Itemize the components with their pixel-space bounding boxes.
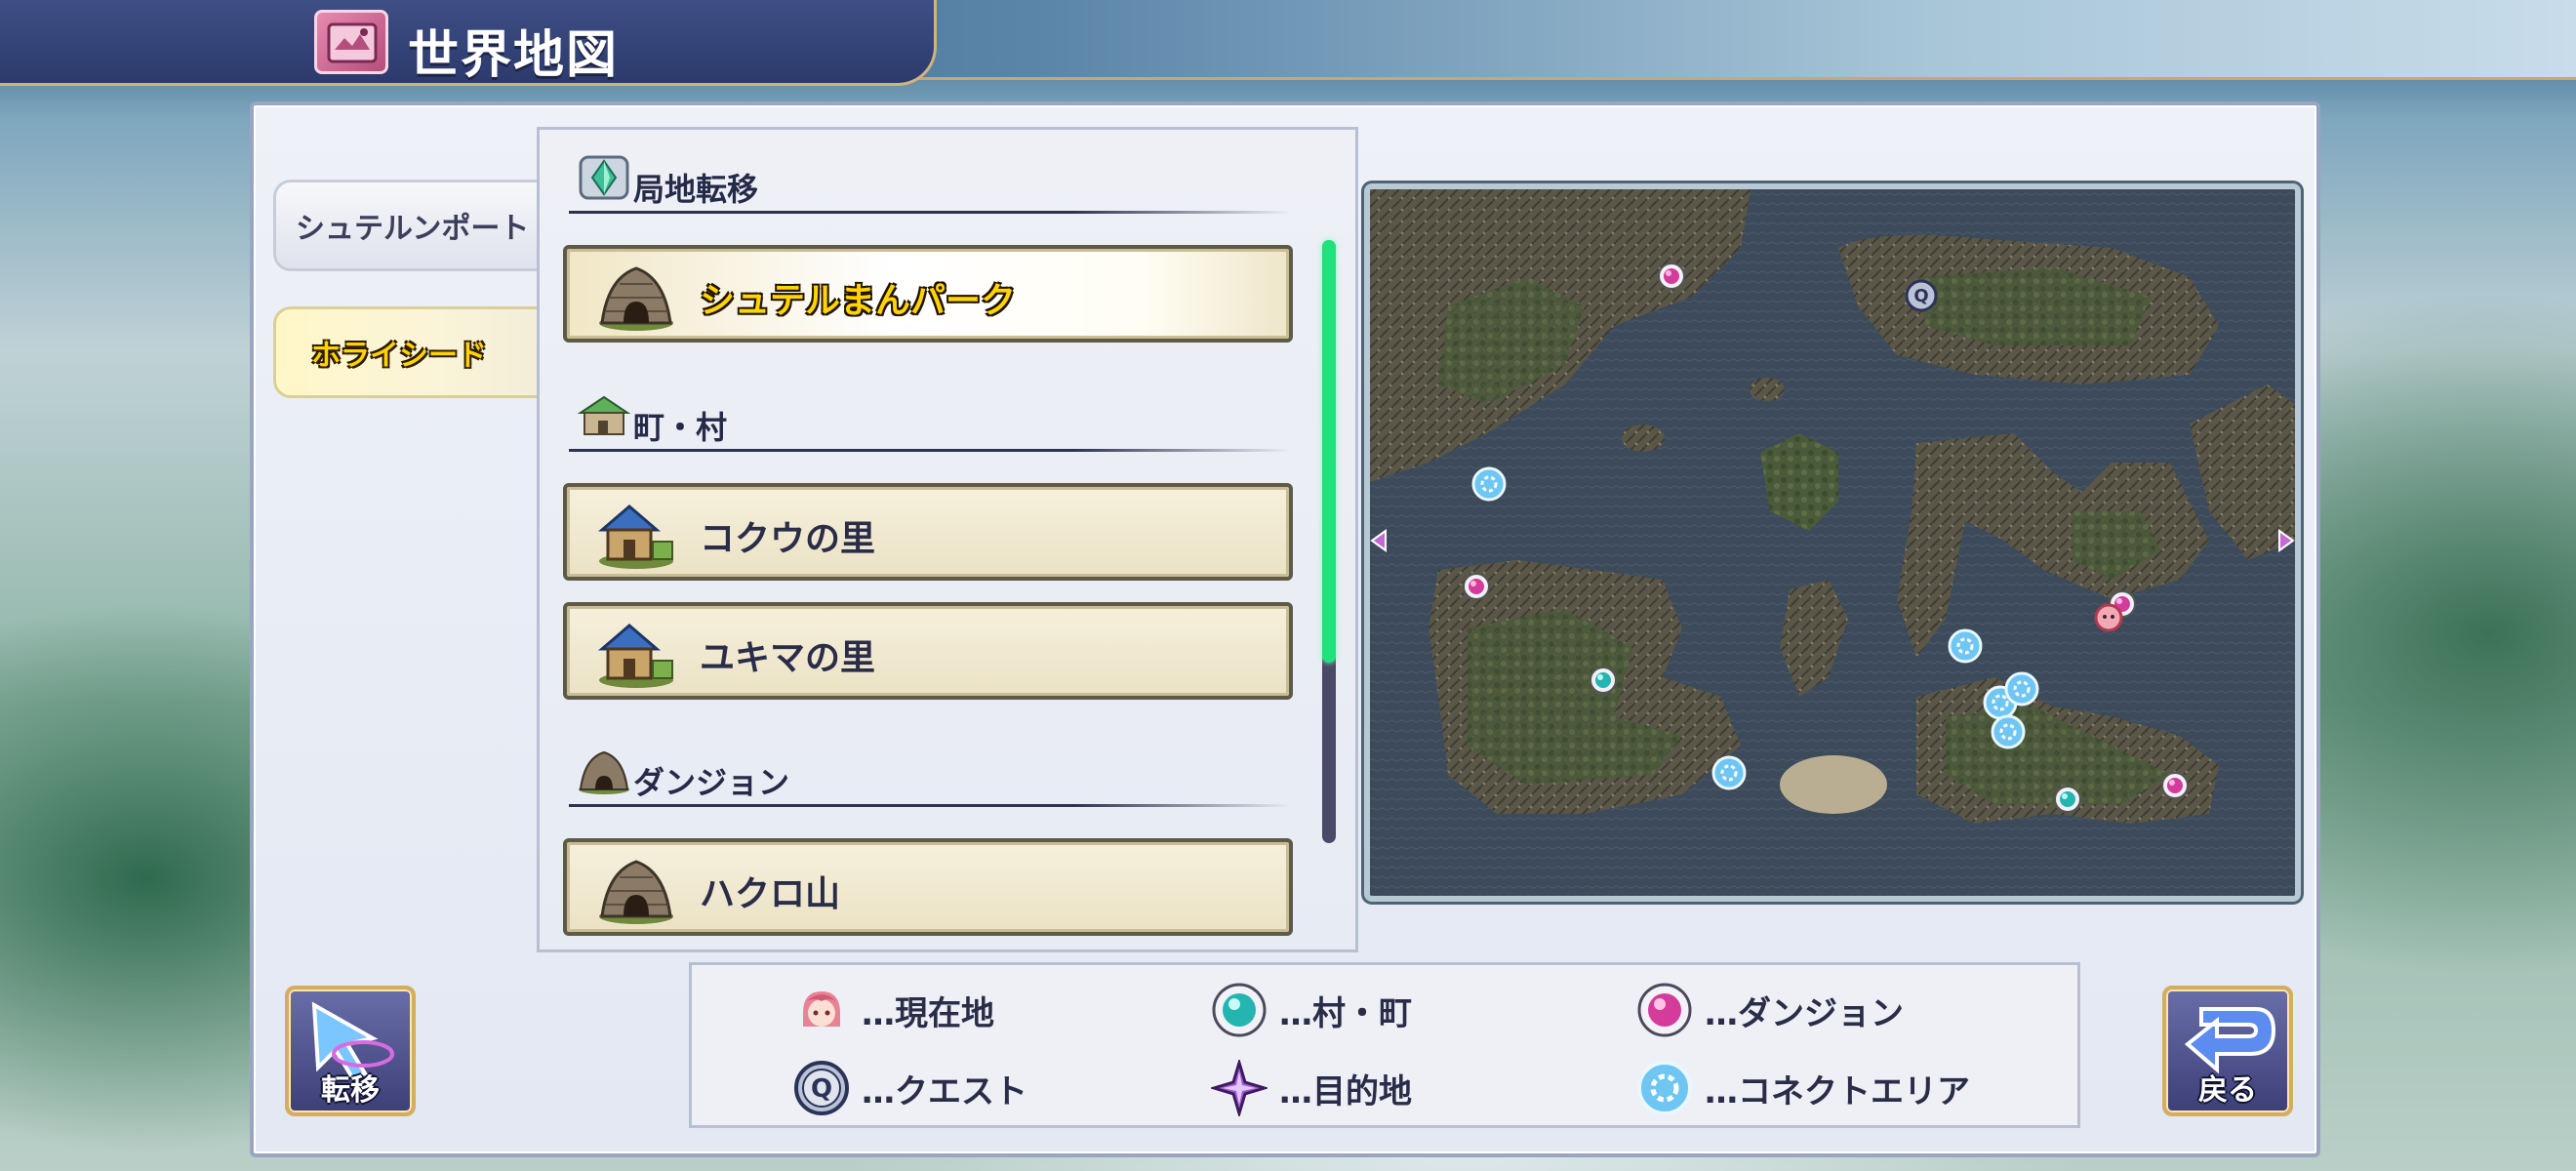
map-scroll-left-icon[interactable]: [1370, 529, 1388, 552]
page-title: 世界地図: [408, 26, 620, 85]
quest-marker-icon: Q: [794, 1061, 849, 1115]
map-village-marker[interactable]: [2053, 785, 2082, 814]
back-button[interactable]: 戻る: [2162, 986, 2293, 1116]
village-marker-icon: [1212, 983, 1267, 1037]
back-button-label: 戻る: [2198, 1073, 2257, 1108]
list-item-label: シュテルまんパーク: [700, 281, 1017, 321]
section-header-towns: 町・村: [569, 382, 1291, 460]
house-icon: [597, 505, 673, 569]
teleport-button-label: 転移: [321, 1073, 380, 1108]
map-connect-area-marker[interactable]: [2004, 671, 2039, 707]
region-tab-label: シュテルンポート: [296, 212, 530, 246]
region-tab-label: ホライシード: [311, 339, 487, 373]
teleport-button[interactable]: 転移: [285, 986, 416, 1116]
legend-quest: Q …クエスト: [793, 1059, 1027, 1117]
legend-connect-area: …コネクトエリア: [1636, 1059, 1970, 1117]
section-header-dungeons: ダンジョン: [569, 737, 1291, 815]
legend-label: …村・町: [1279, 993, 1412, 1033]
svg-text:Q: Q: [811, 1074, 832, 1104]
title-bar: 世界地図: [0, 0, 937, 86]
region-tab-sternport[interactable]: シュテルンポート: [273, 180, 541, 271]
connect-area-marker-icon: [1637, 1061, 1692, 1115]
legend-label: …目的地: [1279, 1071, 1412, 1111]
teleport-crystal-icon: [579, 155, 629, 200]
world-map-terrain: [1370, 189, 2295, 896]
legend-label: …ダンジョン: [1705, 993, 1904, 1033]
current-location-icon: [803, 991, 840, 1027]
house-icon: [597, 624, 673, 688]
list-item-hakuro-mountain[interactable]: ハクロ山: [563, 838, 1293, 936]
legend-destination: …目的地: [1211, 1059, 1412, 1117]
legend-label: …コネクトエリア: [1705, 1071, 1970, 1111]
section-label: ダンジョン: [633, 764, 790, 801]
map-current-location-marker: [2094, 603, 2123, 632]
legend-current-location: …現在地: [793, 981, 994, 1039]
map-village-marker[interactable]: [1589, 666, 1618, 695]
map-quest-marker[interactable]: Q: [1905, 279, 1938, 312]
village-icon: [577, 395, 631, 435]
map-scroll-right-icon[interactable]: [2277, 529, 2295, 552]
world-map[interactable]: Q: [1364, 183, 2301, 902]
destination-marker-icon: [1211, 1060, 1268, 1116]
list-item-yukima-village[interactable]: ユキマの里: [563, 602, 1293, 700]
world-map-icon: [314, 10, 388, 74]
map-connect-area-marker[interactable]: [1471, 466, 1507, 502]
divider: [569, 804, 1291, 807]
location-list: 局地転移 シュテルまんパーク 町・村 コクウの里 ユキマの里 ダンジョン ハクロ…: [537, 127, 1358, 952]
list-item-kokuu-village[interactable]: コクウの里: [563, 483, 1293, 581]
cave-icon: [599, 860, 673, 924]
legend-label: …クエスト: [862, 1071, 1027, 1111]
map-connect-area-marker[interactable]: [1711, 755, 1747, 790]
cave-icon: [599, 266, 673, 331]
list-item-label: コクウの里: [700, 519, 876, 559]
divider: [569, 449, 1291, 452]
map-dungeon-marker[interactable]: [1657, 262, 1686, 291]
list-item-shutelman-park[interactable]: シュテルまんパーク: [563, 245, 1293, 343]
cave-icon: [579, 750, 629, 794]
legend-label: …現在地: [862, 993, 994, 1033]
map-dungeon-marker[interactable]: [1462, 572, 1491, 601]
list-item-label: ユキマの里: [700, 638, 876, 678]
region-tab-horaiseed[interactable]: ホライシード: [273, 306, 541, 398]
legend-village: …村・町: [1211, 981, 1412, 1039]
section-label: 町・村: [633, 409, 728, 446]
map-dungeon-marker[interactable]: [2160, 771, 2190, 800]
list-scrollbar-thumb[interactable]: [1322, 240, 1336, 663]
map-connect-area-marker[interactable]: [1991, 714, 2026, 749]
section-header-teleport: 局地転移: [569, 143, 1291, 222]
list-item-label: ハクロ山: [700, 874, 841, 914]
legend-dungeon: …ダンジョン: [1636, 981, 1904, 1039]
divider: [569, 211, 1291, 214]
map-connect-area-marker[interactable]: [1948, 628, 1983, 664]
dungeon-marker-icon: [1637, 983, 1692, 1037]
map-legend: …現在地 …村・町 …ダンジョン Q …クエスト …目的地 …コネクトエリア: [689, 962, 2080, 1128]
svg-text:Q: Q: [1913, 286, 1928, 306]
section-label: 局地転移: [633, 171, 759, 208]
